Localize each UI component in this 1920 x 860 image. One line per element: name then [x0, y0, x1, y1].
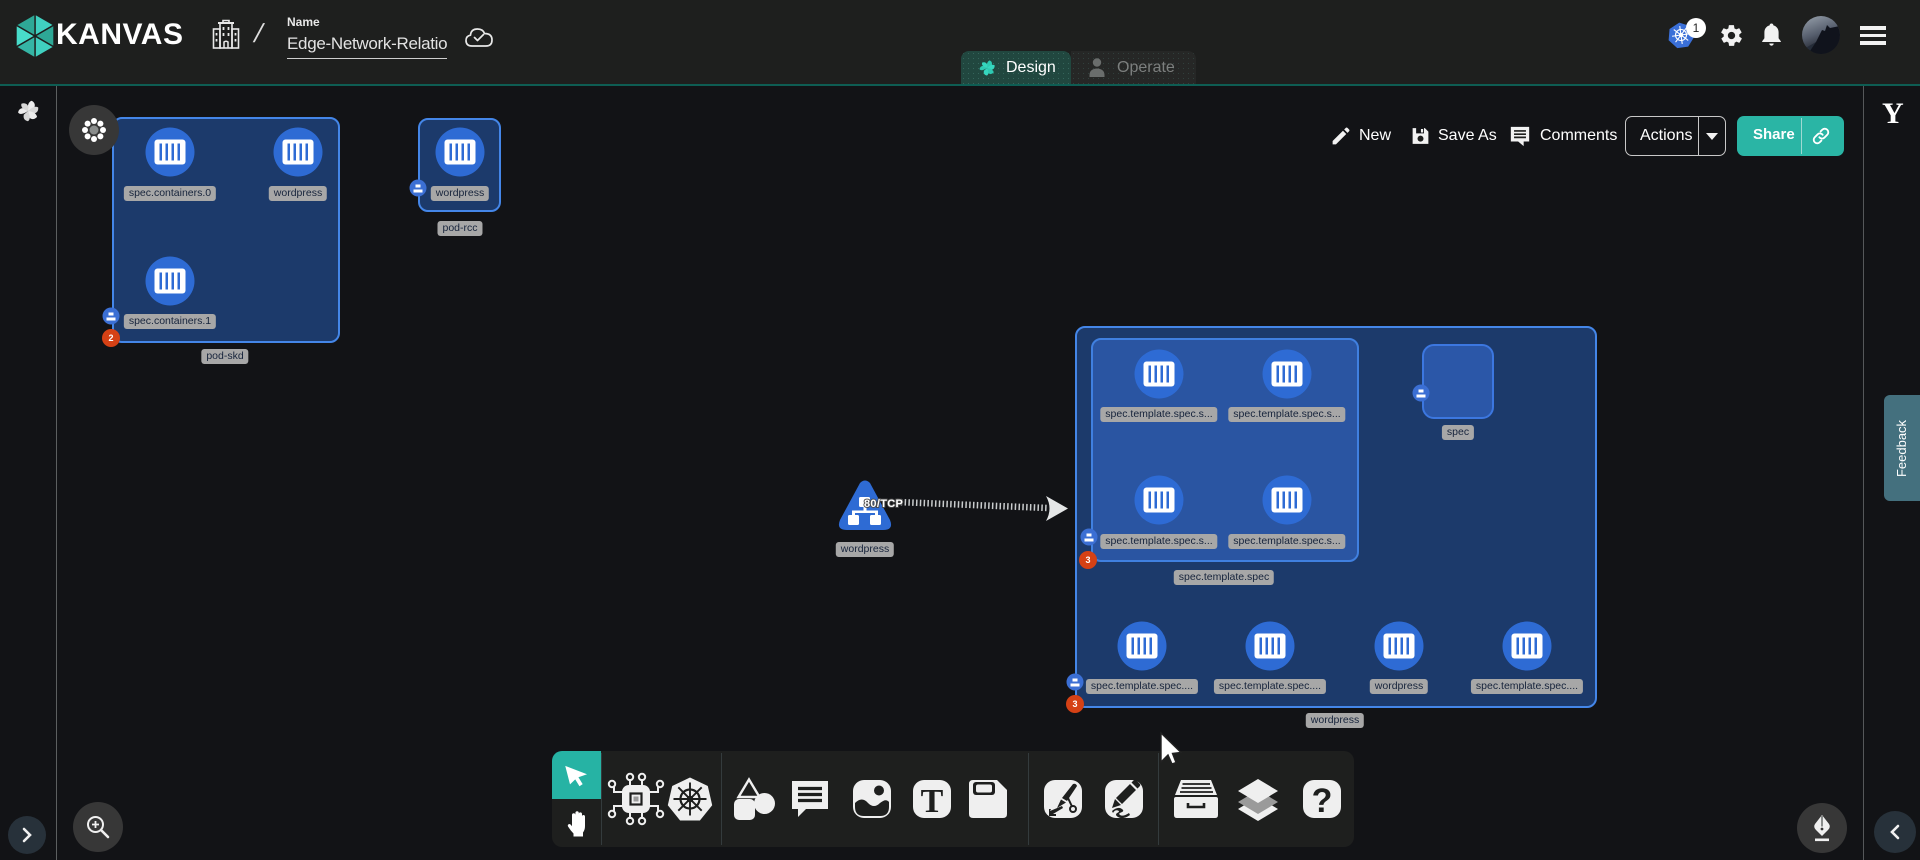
svg-text:T: T — [921, 783, 944, 820]
svg-text:?: ? — [1312, 782, 1333, 820]
